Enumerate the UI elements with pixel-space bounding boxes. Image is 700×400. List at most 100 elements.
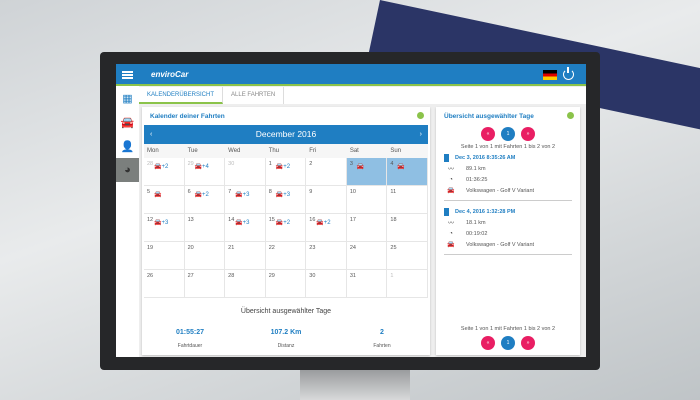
- calendar-day[interactable]: 23: [306, 242, 347, 270]
- trip-duration-value: 01:36:25: [466, 176, 488, 183]
- calendar-day[interactable]: 28 🚘+2: [144, 158, 185, 186]
- trip-indicator[interactable]: 🚘: [357, 163, 364, 170]
- calendar-day[interactable]: 11: [387, 186, 428, 214]
- calendar-day[interactable]: 17: [346, 214, 388, 242]
- calendar-day[interactable]: 29: [265, 270, 307, 298]
- calendar-day[interactable]: 3 🚘: [346, 158, 388, 186]
- day-number: 15: [268, 217, 275, 223]
- trip-item[interactable]: Dec 4, 2016 1:32:28 PM 〰 18.1 km ◔ 00:19:02 🚘…: [444, 207, 572, 255]
- calendar-day[interactable]: 9: [306, 186, 347, 214]
- calendar-day[interactable]: 12 🚘+3: [144, 214, 185, 242]
- calendar-day[interactable]: 5 🚘: [144, 186, 185, 214]
- page-1-button[interactable]: 1: [501, 336, 515, 350]
- trip-header[interactable]: Dec 3, 2016 8:35:26 AM: [444, 153, 572, 163]
- calendar-day[interactable]: 30: [306, 270, 347, 298]
- day-number: 8: [268, 189, 272, 195]
- calendar-day[interactable]: 22: [265, 242, 307, 270]
- day-number: 19: [147, 245, 154, 251]
- first-page-button[interactable]: «: [481, 336, 495, 350]
- trip-count: +2: [323, 220, 331, 226]
- car-icon: 🚘: [356, 164, 365, 170]
- sidebar: ▦ 🚘 👤 ◕: [116, 86, 139, 357]
- trip-indicator[interactable]: 🚘+2: [195, 191, 209, 198]
- car-icon: 🚘: [194, 164, 203, 170]
- calendar-day[interactable]: 1: [387, 270, 428, 298]
- calendar-day[interactable]: 14 🚘+3: [225, 214, 266, 242]
- calendar-day[interactable]: 13: [184, 214, 226, 242]
- info-icon[interactable]: [567, 112, 574, 119]
- trip-count: +2: [283, 164, 291, 170]
- summary-title: Übersicht ausgewählter Tage: [240, 308, 332, 315]
- calendar-day[interactable]: 19: [144, 242, 185, 270]
- logout-icon[interactable]: [563, 67, 574, 80]
- next-month-button[interactable]: ›: [420, 125, 422, 144]
- tab-all-trips[interactable]: ALLE FAHRTEN: [223, 87, 285, 104]
- trip-indicator[interactable]: 🚘+3: [154, 219, 168, 226]
- calendar-day[interactable]: 30: [225, 158, 266, 186]
- car-icon: 🚘: [154, 192, 162, 198]
- calendar-day[interactable]: 27: [184, 270, 226, 298]
- prev-month-button[interactable]: ‹: [150, 125, 152, 144]
- trip-header[interactable]: Dec 4, 2016 1:32:28 PM: [444, 207, 572, 217]
- calendar-day[interactable]: 28: [225, 270, 266, 298]
- month-label: December 2016: [255, 129, 317, 139]
- day-number: 17: [349, 217, 356, 223]
- german-flag-icon[interactable]: [543, 70, 557, 80]
- calendar-day[interactable]: 15 🚘+2: [265, 214, 307, 242]
- day-number: 13: [187, 217, 194, 223]
- trip-car-value: Volkswagen - Golf V Variant: [466, 187, 535, 194]
- trip-indicator[interactable]: 🚘+2: [316, 219, 330, 226]
- stat-value: 107.2 Km: [270, 329, 302, 336]
- calendar-day[interactable]: 20: [184, 242, 226, 270]
- calendar-day[interactable]: 4 🚘: [387, 158, 428, 186]
- sidebar-item-statistics[interactable]: ◕: [116, 158, 139, 182]
- day-number: 30: [228, 161, 235, 167]
- stat-value: 01:55:27: [175, 329, 205, 336]
- calendar-day[interactable]: 18: [387, 214, 428, 242]
- sidebar-item-profile[interactable]: 👤: [116, 134, 139, 158]
- calendar-grid: 28 🚘+2 29 🚘+4 30 1 🚘+2 2 3 🚘 4 🚘 5 🚘 6 🚘+2 7 🚘+3 8 🚘+3 9 10 11…: [144, 158, 428, 298]
- trip-indicator[interactable]: 🚘: [154, 191, 161, 198]
- day-number: 9: [309, 189, 313, 195]
- tab-calendar-overview[interactable]: KALENDERÜBERSICHT: [139, 87, 224, 104]
- pager-text: Seite 1 von 1 mit Fahrten 1 bis 2 von 2: [460, 144, 556, 150]
- calendar-day[interactable]: 6 🚘+2: [184, 186, 226, 214]
- trip-indicator[interactable]: 🚘+3: [235, 219, 249, 226]
- day-number: 27: [187, 273, 194, 279]
- selected-days-title: Übersicht ausgewählter Tage: [444, 113, 534, 120]
- calendar-day[interactable]: 10: [346, 186, 388, 214]
- day-name: Fri: [309, 148, 317, 154]
- calendar-day[interactable]: 21: [225, 242, 266, 270]
- trip-indicator[interactable]: 🚘+3: [235, 191, 249, 198]
- trip-indicator[interactable]: 🚘+4: [195, 163, 209, 170]
- calendar-day[interactable]: 31: [346, 270, 388, 298]
- menu-icon[interactable]: [122, 71, 133, 79]
- page-1-button[interactable]: 1: [501, 127, 515, 141]
- calendar-day[interactable]: 8 🚘+3: [265, 186, 307, 214]
- day-number: 21: [228, 245, 235, 251]
- last-page-button[interactable]: »: [521, 336, 535, 350]
- sidebar-item-tracks[interactable]: 🚘: [116, 110, 139, 134]
- calendar-day[interactable]: 7 🚘+3: [225, 186, 266, 214]
- calendar-day[interactable]: 29 🚘+4: [184, 158, 226, 186]
- trip-indicator[interactable]: 🚘+3: [276, 191, 290, 198]
- day-number: 25: [390, 245, 397, 251]
- trip-count: +3: [283, 192, 291, 198]
- sidebar-item-dashboard[interactable]: ▦: [116, 86, 139, 110]
- calendar-day[interactable]: 1 🚘+2: [265, 158, 307, 186]
- calendar-day[interactable]: 26: [144, 270, 185, 298]
- trip-item[interactable]: Dec 3, 2016 8:35:26 AM 〰 89.1 km ◔ 01:36:25 🚘…: [444, 153, 572, 201]
- trip-indicator[interactable]: 🚘: [397, 163, 404, 170]
- last-page-button[interactable]: »: [521, 127, 535, 141]
- calendar-day[interactable]: 16 🚘+2: [306, 214, 347, 242]
- calendar-day[interactable]: 2: [306, 158, 347, 186]
- day-number: 26: [147, 273, 154, 279]
- first-page-button[interactable]: «: [481, 127, 495, 141]
- trip-count: +2: [202, 192, 209, 198]
- trip-indicator[interactable]: 🚘+2: [154, 163, 168, 170]
- trip-indicator[interactable]: 🚘+2: [276, 163, 290, 170]
- calendar-day[interactable]: 25: [387, 242, 428, 270]
- info-icon[interactable]: [417, 112, 424, 119]
- trip-indicator[interactable]: 🚘+2: [276, 219, 290, 226]
- calendar-day[interactable]: 24: [346, 242, 388, 270]
